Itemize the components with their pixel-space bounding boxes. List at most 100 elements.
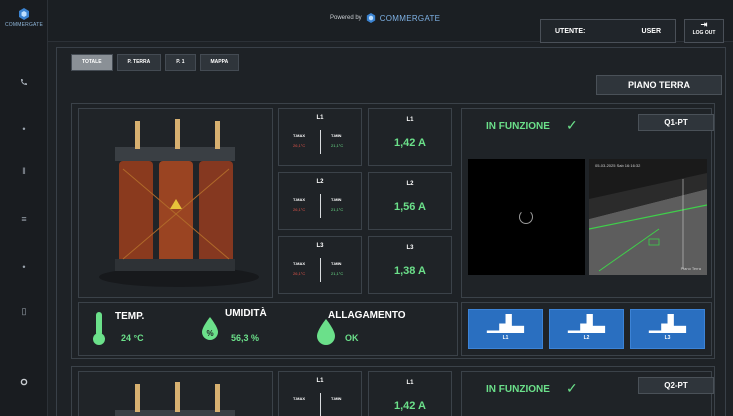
phase-label: L1	[406, 380, 414, 386]
tmin-label: T.MIN	[331, 396, 342, 401]
user-label: UTENTE:	[555, 27, 586, 35]
transformer-image-2	[78, 371, 273, 416]
phase-label: L1	[316, 378, 324, 384]
user-box[interactable]: UTENTE: USER	[540, 19, 676, 43]
temp-cell-l3: L3 T.MAX T.MIN 26,1°C 21,1°C	[278, 236, 362, 294]
tmax-label: T.MAX	[293, 133, 305, 138]
chart-button-l3[interactable]: ▁▟▃ L3	[630, 309, 705, 349]
nav-dot-icon-2[interactable]: •	[0, 262, 48, 272]
tmin-value: 21,1°C	[331, 271, 344, 276]
temp-cell-l2: L2 T.MAX T.MIN 26,1°C 21,1°C	[278, 172, 362, 230]
temp-value: 24 °C	[121, 333, 144, 343]
nav-dot-icon[interactable]: •	[0, 124, 48, 134]
chart-button-label: L1	[502, 335, 509, 341]
logout-button[interactable]: ⇥ LOG OUT	[684, 19, 724, 43]
brand-logo[interactable]: COMMERGATE	[4, 8, 44, 36]
powered-by-label: Powered by	[330, 15, 362, 21]
camera-name: Piano Terra	[680, 266, 701, 271]
brand-mark-icon	[366, 13, 375, 23]
tmax-value: 26,1°C	[293, 207, 306, 212]
sidebar: COMMERGATE • ‖ ≡ • ▯	[0, 0, 48, 416]
bar-chart-icon: ▁▟▃	[649, 316, 686, 333]
phase-label: L3	[316, 243, 324, 249]
phase-label: L3	[406, 245, 414, 251]
transformer-image	[78, 108, 273, 298]
status-panel-2: IN FUNZIONE ✓ Q2-PT	[461, 371, 714, 416]
flood-value: OK	[345, 333, 359, 343]
camera-feed-2[interactable]: 05-03-2025 Sab 16:16:32 Piano Terra	[589, 159, 707, 275]
tmin-label: T.MIN	[331, 197, 342, 202]
tab-piano-1[interactable]: P. 1	[165, 54, 196, 71]
logout-icon: ⇥	[700, 20, 708, 29]
app-root: COMMERGATE • ‖ ≡ • ▯ Powered by COMMERGA…	[0, 0, 733, 416]
environment-panel: TEMP. 24 °C % UMIDITÀ 56,3 % ALLAGAMENTO…	[78, 302, 458, 356]
tmax-label: T.MAX	[293, 197, 305, 202]
camera-timestamp: 05-03-2025 Sab 16:16:32	[595, 163, 641, 168]
tmax-value: 26,1°C	[293, 143, 306, 148]
logo-text: COMMERGATE	[4, 22, 44, 28]
unit-id[interactable]: Q1-PT	[638, 114, 714, 131]
logo-icon	[19, 8, 29, 20]
water-drop-icon	[317, 319, 335, 345]
current-value: 1,38 A	[393, 265, 426, 277]
divider	[320, 194, 321, 218]
floor-title[interactable]: PIANO TERRA	[596, 75, 722, 95]
status-panel: IN FUNZIONE ✓ Q1-PT 05-03-2025 Sab 16:16…	[461, 108, 714, 298]
tab-totale[interactable]: TOTALE	[71, 54, 113, 71]
humidity-icon: %	[202, 317, 218, 340]
phone-icon[interactable]	[0, 78, 48, 88]
top-bar: Powered by COMMERGATE UTENTE: USER ⇥ LOG…	[48, 0, 733, 43]
bar-chart-icon: ▁▟▃	[487, 316, 524, 333]
current-value: 1,42 A	[393, 137, 426, 149]
tmax-label: T.MAX	[293, 261, 305, 266]
flood-label: ALLAGAMENTO	[328, 310, 406, 321]
brand-name: COMMERGATE	[379, 13, 441, 23]
temp-cell-q2-l1: L1 T.MAX T.MIN	[278, 371, 362, 416]
floor-tabs: TOTALE P. TERRA P. 1 MAPPA	[71, 54, 240, 71]
logout-label: LOG OUT	[692, 30, 716, 36]
humidity-value: 56,3 %	[231, 333, 260, 343]
camera-feed-1[interactable]	[468, 159, 585, 275]
tab-piano-terra[interactable]: P. TERRA	[116, 54, 162, 71]
thermometer-icon	[93, 312, 105, 345]
current-value: 1,42 A	[393, 400, 426, 412]
powered-by: Powered by COMMERGATE	[330, 13, 440, 23]
chart-button-label: L3	[664, 335, 671, 341]
user-name: USER	[641, 27, 661, 35]
chart-button-label: L2	[583, 335, 590, 341]
current-value: 1,56 A	[393, 201, 426, 213]
chart-button-l2[interactable]: ▁▟▃ L2	[549, 309, 624, 349]
tmin-value: 21,1°C	[331, 207, 344, 212]
chart-buttons: ▁▟▃ L1 ▁▟▃ L2 ▁▟▃ L3	[461, 302, 712, 356]
humidity-label: UMIDITÀ	[225, 308, 267, 319]
current-cell-q2-l1: L1 1,42 A	[368, 371, 452, 416]
unit-id[interactable]: Q2-PT	[638, 377, 714, 394]
status-text: IN FUNZIONE	[486, 121, 550, 132]
temp-label: TEMP.	[115, 311, 145, 322]
current-cell-l3: L3 1,38 A	[368, 236, 452, 294]
bar-chart-icon: ▁▟▃	[568, 316, 605, 333]
bars-icon[interactable]: ≡	[0, 214, 48, 224]
tmin-label: T.MIN	[331, 133, 342, 138]
door-icon[interactable]: ▯	[0, 306, 48, 317]
loading-spinner-icon	[519, 210, 533, 224]
check-icon: ✓	[566, 117, 578, 133]
tmin-value: 21,1°C	[331, 143, 344, 148]
circle-icon[interactable]	[0, 378, 48, 388]
divider	[320, 393, 321, 416]
tmin-label: T.MIN	[331, 261, 342, 266]
phase-label: L2	[316, 179, 324, 185]
main-panel: TOTALE P. TERRA P. 1 MAPPA PIANO TERRA L…	[56, 47, 726, 416]
tab-mappa[interactable]: MAPPA	[199, 54, 240, 71]
status-text: IN FUNZIONE	[486, 384, 550, 395]
tmax-value: 26,1°C	[293, 271, 306, 276]
nav-line-icon[interactable]: ‖	[0, 166, 48, 176]
transformer-card-q1: L1 T.MAX T.MIN 26,1°C 21,1°C L2 T.MAX T.…	[71, 103, 715, 359]
phase-label: L2	[406, 181, 414, 187]
chart-button-l1[interactable]: ▁▟▃ L1	[468, 309, 543, 349]
phase-label: L1	[406, 117, 414, 123]
divider	[320, 130, 321, 154]
svg-text:%: %	[206, 329, 213, 338]
phase-label: L1	[316, 115, 324, 121]
current-cell-l2: L2 1,56 A	[368, 172, 452, 230]
